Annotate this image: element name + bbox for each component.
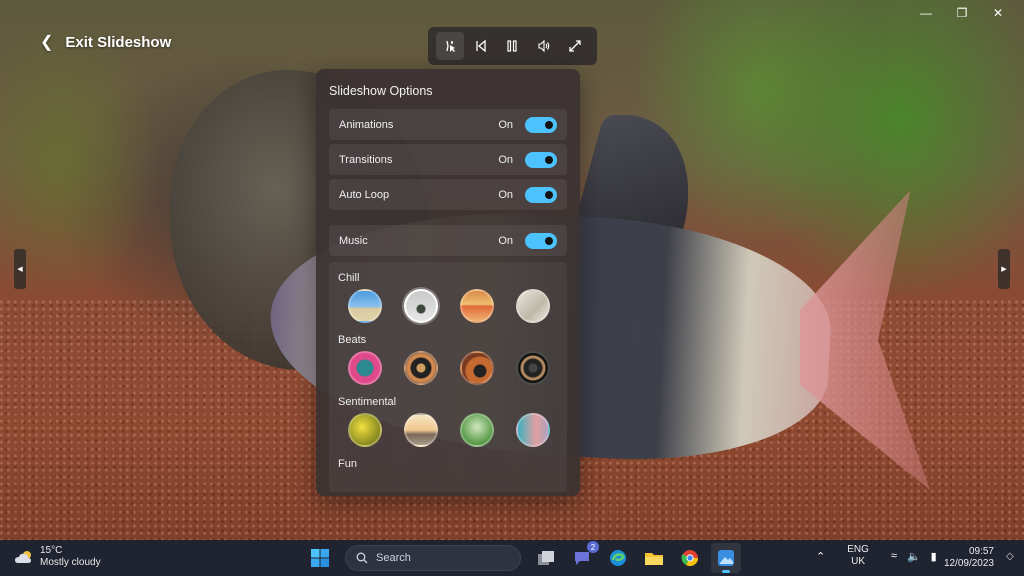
weather-desc: Mostly cloudy (40, 557, 101, 568)
weather-temp: 15°C (40, 545, 63, 556)
previous-icon (476, 39, 486, 53)
music-thumb[interactable] (404, 351, 438, 385)
music-thumb[interactable] (348, 413, 382, 447)
music-thumb[interactable] (348, 351, 382, 385)
chat-icon (575, 552, 589, 565)
previous-button[interactable] (467, 32, 495, 60)
lang-top: ENG (847, 544, 869, 555)
time: 09:57 (968, 546, 994, 557)
animations-row: Animations On (329, 109, 567, 140)
auto-loop-state: On (498, 188, 513, 201)
folder-icon (645, 553, 663, 565)
sparkle-icon (446, 40, 455, 52)
music-row: Music On (329, 225, 567, 256)
volume-button[interactable] (530, 32, 558, 60)
auto-loop-row: Auto Loop On (329, 179, 567, 210)
category-beats: Beats (338, 334, 367, 346)
speaker-icon[interactable]: 🔈 (907, 550, 921, 563)
chat-badge: 2 (587, 541, 599, 553)
start-button[interactable] (305, 543, 335, 573)
auto-loop-toggle[interactable] (525, 186, 557, 203)
caret-left-icon: ◀ (17, 266, 23, 273)
previous-image-arrow[interactable]: ◀ (14, 249, 26, 289)
search-placeholder: Search (376, 552, 411, 564)
chrome-icon (681, 550, 699, 567)
photos-icon (718, 550, 734, 566)
transitions-state: On (498, 153, 513, 166)
wifi-icon[interactable]: ≈ (891, 550, 897, 562)
battery-icon[interactable]: ▮ (931, 550, 937, 563)
music-thumb[interactable] (460, 289, 494, 323)
caret-right-icon: ▶ (1001, 266, 1007, 273)
edge-icon (610, 550, 626, 566)
exit-slideshow-label: Exit Slideshow (65, 33, 172, 51)
transitions-toggle[interactable] (525, 151, 557, 168)
pause-button[interactable] (498, 32, 526, 60)
music-selection: Chill Beats Sentimental Fun (329, 262, 567, 492)
music-label: Music (339, 234, 368, 247)
chevron-up-icon[interactable]: ⌃ (816, 550, 825, 563)
lang-bottom: UK (851, 556, 865, 567)
music-thumb[interactable] (404, 413, 438, 447)
pause-icon (507, 40, 518, 52)
taskbar: 15°C Mostly cloudy Search 2 ⌃ ENG UK ≈ 🔈… (0, 540, 1024, 576)
restore-icon[interactable]: ❐ (944, 4, 980, 22)
minimize-icon[interactable]: — (908, 4, 944, 22)
music-thumb[interactable] (348, 289, 382, 323)
music-toggle[interactable] (525, 232, 557, 249)
animations-state: On (498, 118, 513, 131)
edge-button[interactable] (603, 543, 633, 573)
chrome-button[interactable] (675, 543, 705, 573)
taskbar-apps: Search 2 (305, 541, 741, 573)
music-thumb[interactable] (516, 413, 550, 447)
slideshow-options-button[interactable] (435, 32, 464, 60)
cloud-icon (15, 551, 31, 563)
language-indicator[interactable]: ENG UK (847, 544, 869, 568)
back-chevron-icon: ❮ (40, 34, 54, 51)
system-tray: ⌃ ENG UK ≈ 🔈 ▮ (816, 544, 937, 568)
music-thumb[interactable] (460, 351, 494, 385)
music-thumb[interactable] (516, 289, 550, 323)
animations-toggle[interactable] (525, 116, 557, 133)
taskbar-search[interactable]: Search (345, 545, 521, 571)
transitions-row: Transitions On (329, 144, 567, 175)
fullscreen-button[interactable] (561, 32, 589, 60)
music-state: On (498, 234, 513, 247)
window-controls: — ❐ ✕ (908, 4, 1016, 22)
close-icon[interactable]: ✕ (980, 4, 1016, 22)
category-fun: Fun (338, 458, 357, 470)
chat-button[interactable]: 2 (567, 541, 599, 573)
date: 12/09/2023 (943, 558, 994, 569)
exit-slideshow-button[interactable]: ❮ Exit Slideshow (40, 32, 171, 52)
music-thumb[interactable] (516, 351, 550, 385)
music-thumb[interactable] (460, 413, 494, 447)
file-explorer-button[interactable] (639, 543, 669, 573)
photos-button[interactable] (711, 543, 741, 573)
clock[interactable]: 09:57 12/09/2023 (940, 546, 994, 570)
expand-icon (569, 40, 581, 52)
task-view-button[interactable] (531, 543, 561, 573)
transitions-label: Transitions (339, 153, 393, 166)
music-thumb[interactable] (404, 289, 438, 323)
animations-label: Animations (339, 118, 394, 131)
auto-loop-label: Auto Loop (339, 188, 390, 201)
category-chill: Chill (338, 272, 360, 284)
task-view-icon (538, 551, 554, 565)
slideshow-toolbar (428, 27, 597, 65)
weather-widget[interactable]: 15°C Mostly cloudy (14, 545, 101, 569)
search-icon (356, 552, 368, 564)
category-sentimental: Sentimental (338, 396, 397, 408)
next-image-arrow[interactable]: ▶ (998, 249, 1010, 289)
volume-icon (538, 39, 550, 53)
windows-logo-icon (311, 549, 329, 567)
slideshow-options-panel: Slideshow Options Animations On Transiti… (316, 69, 580, 496)
panel-title: Slideshow Options (329, 84, 433, 98)
notification-icon[interactable]: ◇ (1006, 551, 1014, 562)
